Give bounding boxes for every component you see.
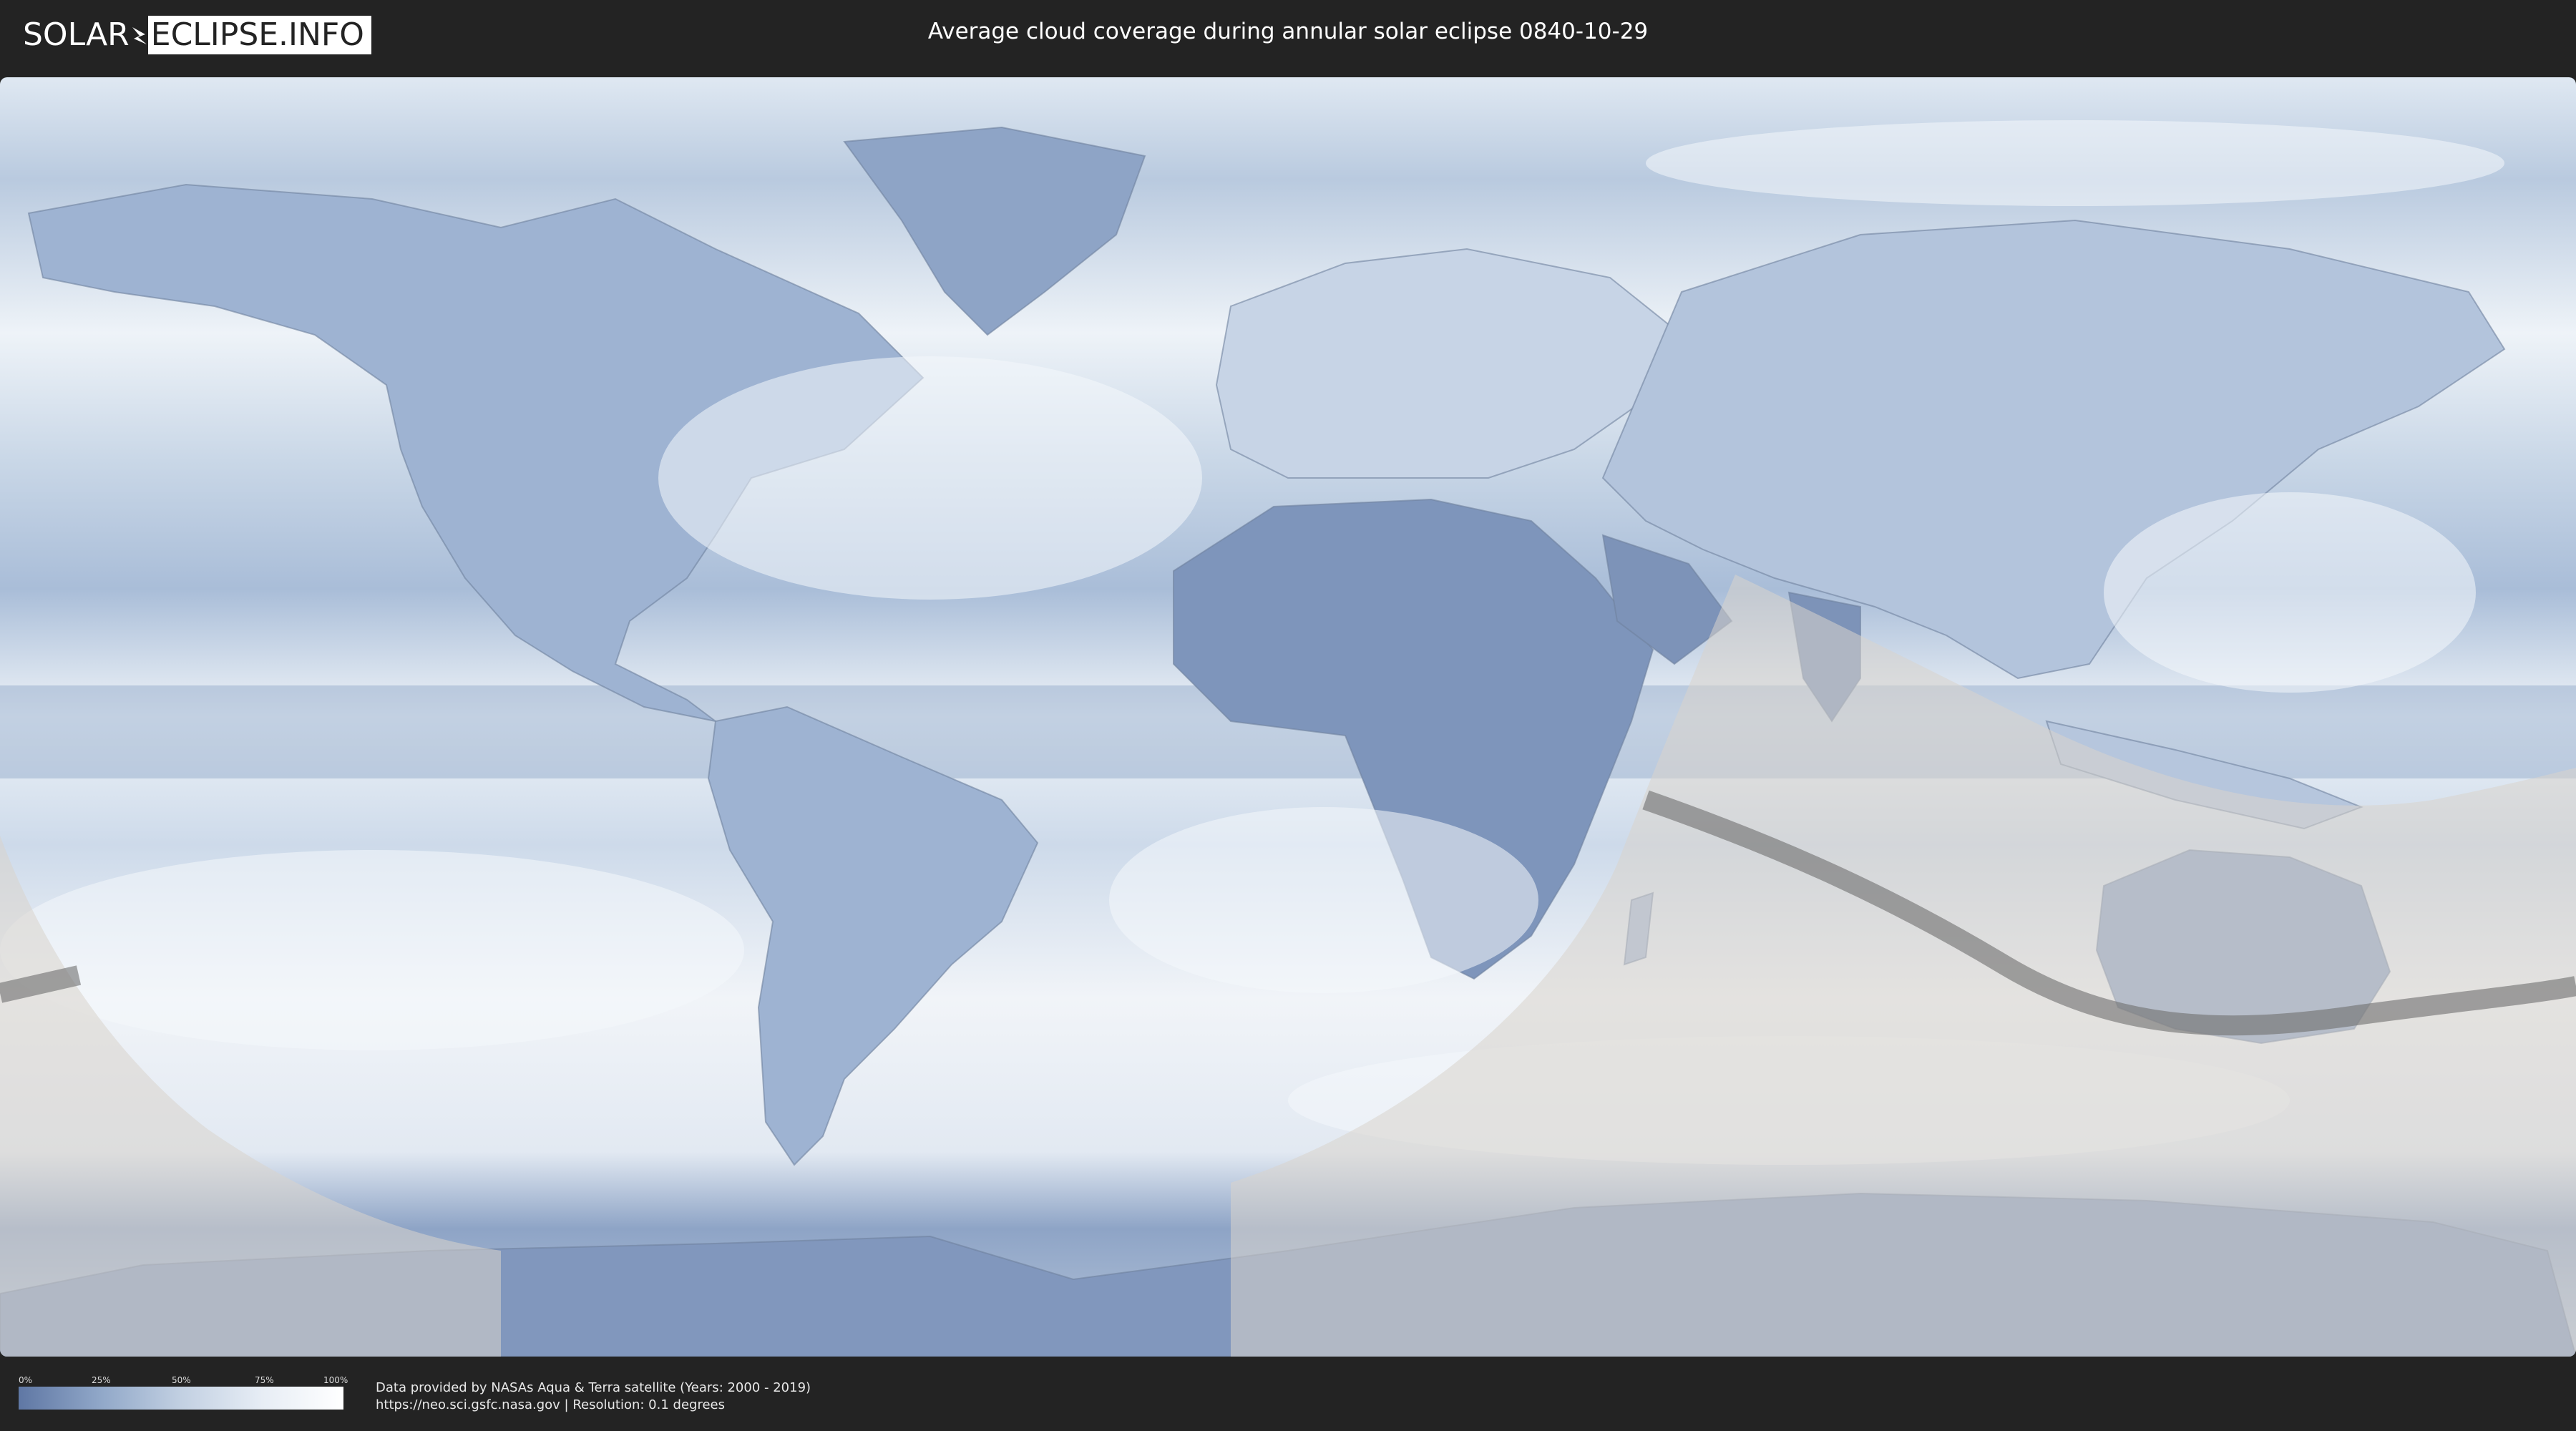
credit-line-source: Data provided by NASAs Aqua & Terra sate… bbox=[376, 1380, 811, 1395]
cloud-coverage-legend: 0% 25% 50% 75% 100% bbox=[19, 1375, 348, 1410]
cloud-coverage-map[interactable] bbox=[0, 77, 2576, 1357]
footer-bar: 0% 25% 50% 75% 100% Data provided by NAS… bbox=[0, 1357, 2576, 1431]
page-title: Average cloud coverage during annular so… bbox=[927, 19, 1649, 44]
legend-label-50: 50% bbox=[172, 1375, 191, 1385]
legend-label-75: 75% bbox=[255, 1375, 274, 1385]
legend-gradient-bar bbox=[19, 1387, 343, 1410]
data-credits: Data provided by NASAs Aqua & Terra sate… bbox=[376, 1379, 811, 1414]
legend-label-0: 0% bbox=[19, 1375, 33, 1385]
legend-label-25: 25% bbox=[92, 1375, 111, 1385]
header-bar: SOLAR ECLIPSE.INFO Average cloud coverag… bbox=[0, 0, 2576, 72]
world-map-svg bbox=[0, 77, 2576, 1357]
legend-labels: 0% 25% 50% 75% 100% bbox=[19, 1375, 348, 1387]
legend-label-100: 100% bbox=[323, 1375, 348, 1385]
credit-line-url[interactable]: https://neo.sci.gsfc.nasa.gov | Resoluti… bbox=[376, 1397, 811, 1414]
